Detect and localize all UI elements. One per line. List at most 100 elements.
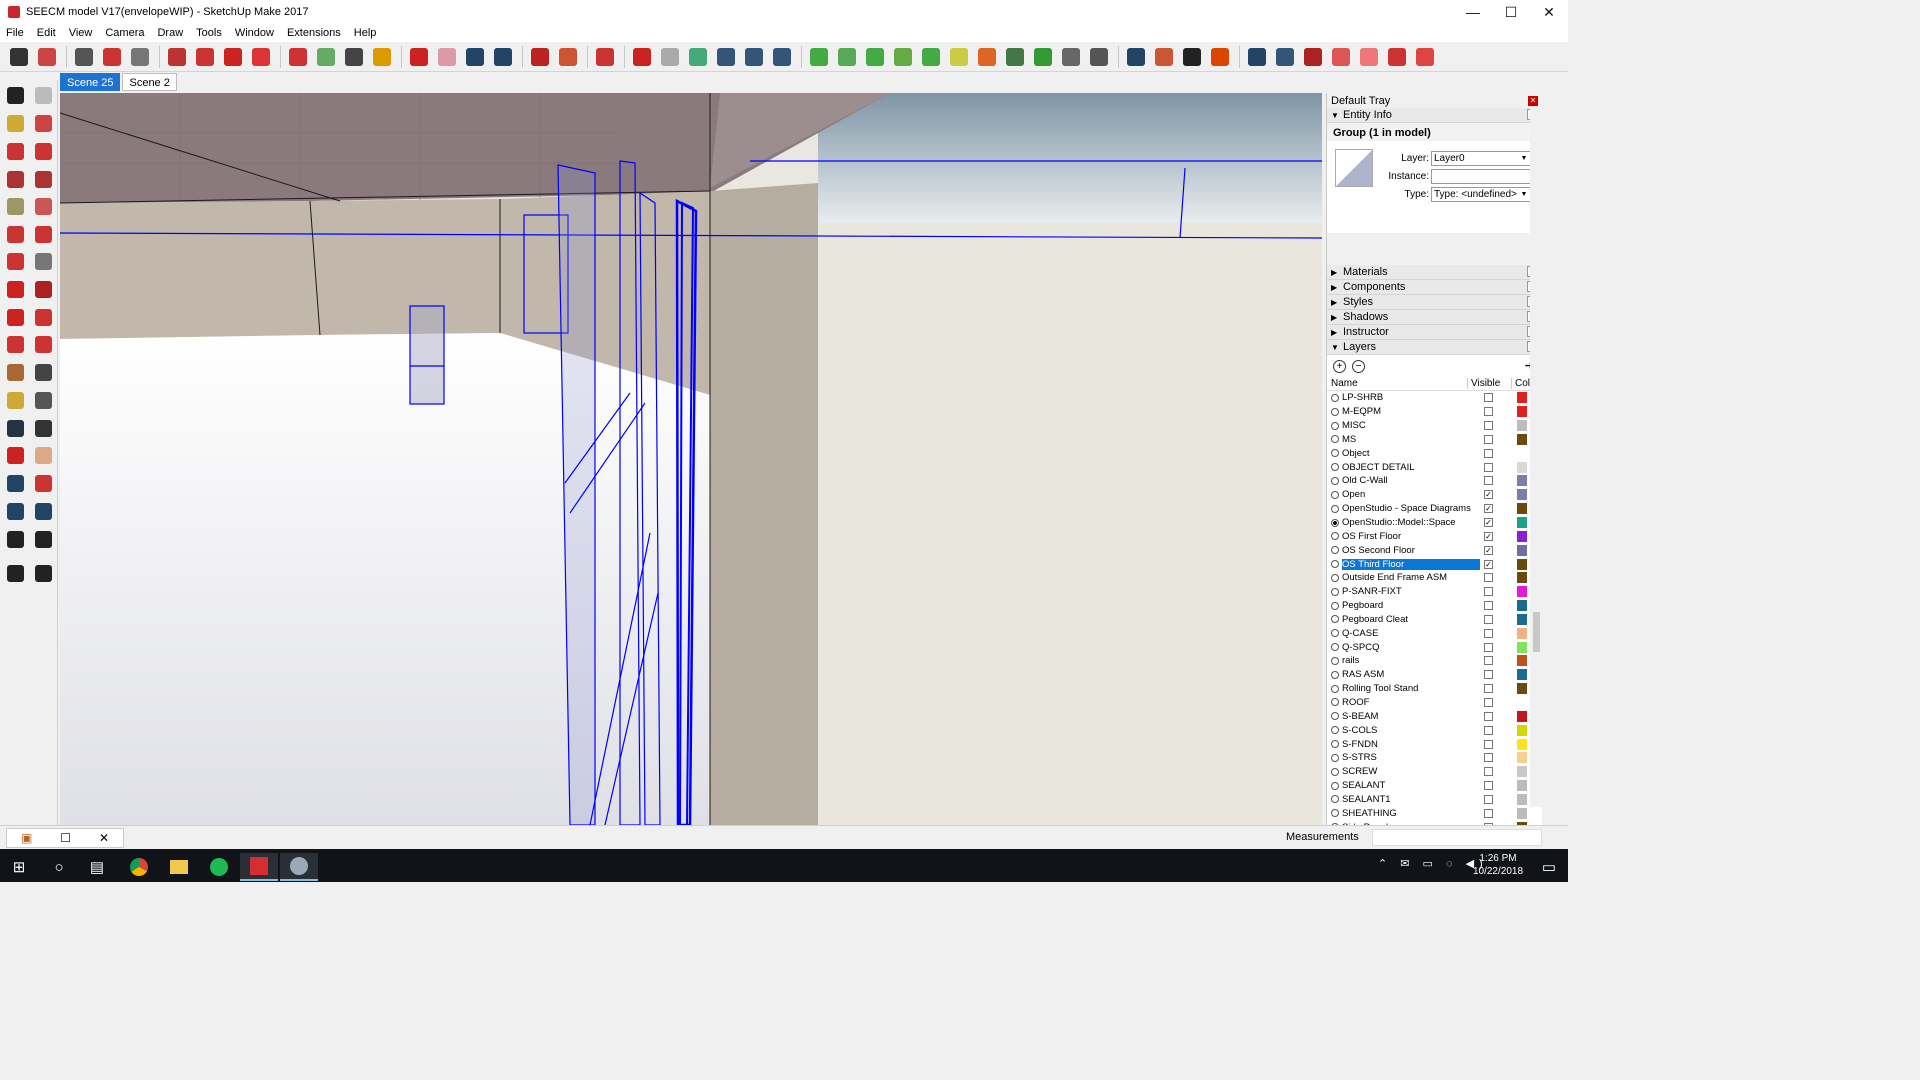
layer-name[interactable]: OpenStudio::Model::Space xyxy=(1342,517,1480,528)
layer-row[interactable]: OBJECT DETAIL xyxy=(1327,460,1542,474)
layer-color-swatch[interactable] xyxy=(1517,544,1527,556)
follow-me-icon[interactable] xyxy=(32,306,54,328)
layer-color-swatch[interactable] xyxy=(1517,627,1527,639)
visible-checkbox[interactable] xyxy=(1484,407,1493,417)
cortana-icon[interactable]: ○ xyxy=(40,853,78,881)
layer-row[interactable]: S-STRS xyxy=(1327,751,1542,765)
component-icon[interactable] xyxy=(32,84,54,106)
layer-color-swatch[interactable] xyxy=(1517,433,1527,445)
circle-icon[interactable] xyxy=(4,195,26,217)
active-layer-radio[interactable] xyxy=(1331,476,1339,485)
visible-checkbox[interactable] xyxy=(1484,462,1493,472)
polygon-icon[interactable] xyxy=(32,195,54,217)
openstudio-icon[interactable] xyxy=(280,853,318,881)
active-layer-radio[interactable] xyxy=(1331,435,1339,444)
menu-help[interactable]: Help xyxy=(354,27,377,39)
tab-scene-2[interactable]: Scene 2 xyxy=(122,73,177,91)
3d-text-icon[interactable] xyxy=(32,417,54,439)
pie-icon[interactable] xyxy=(32,250,54,272)
layer-color-swatch[interactable] xyxy=(1517,572,1527,584)
layer-name[interactable]: S-STRS xyxy=(1342,752,1480,763)
layer-name[interactable]: OS Second Floor xyxy=(1342,545,1480,556)
layer-color-swatch[interactable] xyxy=(1517,655,1527,667)
active-layer-radio[interactable] xyxy=(1331,518,1339,527)
color-by5-icon[interactable] xyxy=(1412,45,1438,69)
layer-name[interactable]: MISC xyxy=(1342,420,1480,431)
menu-tools[interactable]: Tools xyxy=(196,27,222,39)
layer-row[interactable]: Rolling Tool Stand xyxy=(1327,682,1542,696)
menu-edit[interactable]: Edit xyxy=(37,27,56,39)
visible-checkbox[interactable] xyxy=(1484,711,1493,721)
line-icon[interactable] xyxy=(4,140,26,162)
tray-close-icon[interactable]: ✕ xyxy=(1528,95,1538,106)
layer-color-swatch[interactable] xyxy=(1517,613,1527,625)
dimension-icon[interactable] xyxy=(32,361,54,383)
layer-color-swatch[interactable] xyxy=(1517,780,1527,792)
cursor-info-icon[interactable] xyxy=(1179,45,1205,69)
active-layer-radio[interactable] xyxy=(1331,421,1339,430)
active-layer-radio[interactable] xyxy=(1331,532,1339,541)
model-viewport[interactable] xyxy=(60,93,1322,825)
type-select[interactable]: Type: <undefined> ▼ xyxy=(1431,187,1531,202)
layer-row[interactable]: ROOF xyxy=(1327,696,1542,710)
layer-color-swatch[interactable] xyxy=(1517,406,1527,418)
layer-name[interactable]: OpenStudio - Space Diagrams xyxy=(1342,503,1480,514)
active-layer-radio[interactable] xyxy=(1331,573,1339,582)
color-by3-icon[interactable] xyxy=(1356,45,1382,69)
arc-icon[interactable] xyxy=(99,45,125,69)
layer-name[interactable]: SCREW xyxy=(1342,766,1480,777)
orbit-icon[interactable] xyxy=(406,45,432,69)
layer-row[interactable]: S-FNDN xyxy=(1327,737,1542,751)
layer-name[interactable]: S-COLS xyxy=(1342,725,1480,736)
schedule-icon[interactable] xyxy=(1058,45,1084,69)
layers-header[interactable]: ▼ Layers × xyxy=(1327,340,1542,355)
move-icon[interactable] xyxy=(4,278,26,300)
previous-icon[interactable] xyxy=(32,500,54,522)
layer-color-swatch[interactable] xyxy=(1517,683,1527,695)
layer-color-swatch[interactable] xyxy=(1517,766,1527,778)
visible-checkbox[interactable] xyxy=(1484,434,1493,444)
tray-scrollbar[interactable] xyxy=(1530,107,1542,807)
active-layer-radio[interactable] xyxy=(1331,698,1339,707)
layer-row[interactable]: Q-SPCQ xyxy=(1327,640,1542,654)
layer-color-swatch[interactable] xyxy=(1517,586,1527,598)
rotated-rect-icon[interactable] xyxy=(32,168,54,190)
filter-icon[interactable] xyxy=(1151,45,1177,69)
color-by4-icon[interactable] xyxy=(1384,45,1410,69)
layer-name[interactable]: OS Third Floor xyxy=(1342,558,1480,570)
layer-color-swatch[interactable] xyxy=(1517,696,1527,708)
layer-name[interactable]: SEALANT xyxy=(1342,780,1480,791)
layer-row[interactable]: MISC xyxy=(1327,419,1542,433)
visible-checkbox[interactable]: ✓ xyxy=(1484,518,1493,528)
maximize-button[interactable]: ☐ xyxy=(1492,4,1530,21)
active-layer-radio[interactable] xyxy=(1331,753,1339,762)
layer-name[interactable]: Pegboard xyxy=(1342,600,1480,611)
instance-input[interactable] xyxy=(1431,169,1531,184)
visible-checkbox[interactable] xyxy=(1484,614,1493,624)
visible-checkbox[interactable] xyxy=(1484,697,1493,707)
visible-checkbox[interactable] xyxy=(1484,642,1493,652)
layer-row[interactable]: OpenStudio::Model::Space ✓ xyxy=(1327,516,1542,530)
layer-color-swatch[interactable] xyxy=(1517,669,1527,681)
layer-row[interactable]: Q-CASE xyxy=(1327,626,1542,640)
panel-materials[interactable]: ▶Materials× xyxy=(1327,265,1542,280)
layer-color-swatch[interactable] xyxy=(1517,530,1527,542)
active-layer-radio[interactable] xyxy=(1331,601,1339,610)
new-space-icon[interactable] xyxy=(657,45,683,69)
color-by-icon[interactable] xyxy=(1300,45,1326,69)
layer-name[interactable]: OBJECT DETAIL xyxy=(1342,462,1480,473)
task-view-icon[interactable]: ▤ xyxy=(78,853,116,881)
active-layer-radio[interactable] xyxy=(1331,684,1339,693)
active-layer-radio[interactable] xyxy=(1331,407,1339,416)
osm-icon[interactable] xyxy=(769,45,795,69)
visible-checkbox[interactable] xyxy=(1484,656,1493,666)
grid-icon[interactable] xyxy=(1086,45,1112,69)
construction-icon[interactable] xyxy=(1030,45,1056,69)
pan-icon[interactable] xyxy=(434,45,460,69)
select-icon[interactable] xyxy=(4,84,26,106)
visible-checkbox[interactable]: ✓ xyxy=(1484,531,1493,541)
panel-styles[interactable]: ▶Styles× xyxy=(1327,295,1542,310)
active-layer-radio[interactable] xyxy=(1331,463,1339,472)
layer-color-swatch[interactable] xyxy=(1517,807,1527,819)
visible-checkbox[interactable] xyxy=(1484,393,1493,403)
